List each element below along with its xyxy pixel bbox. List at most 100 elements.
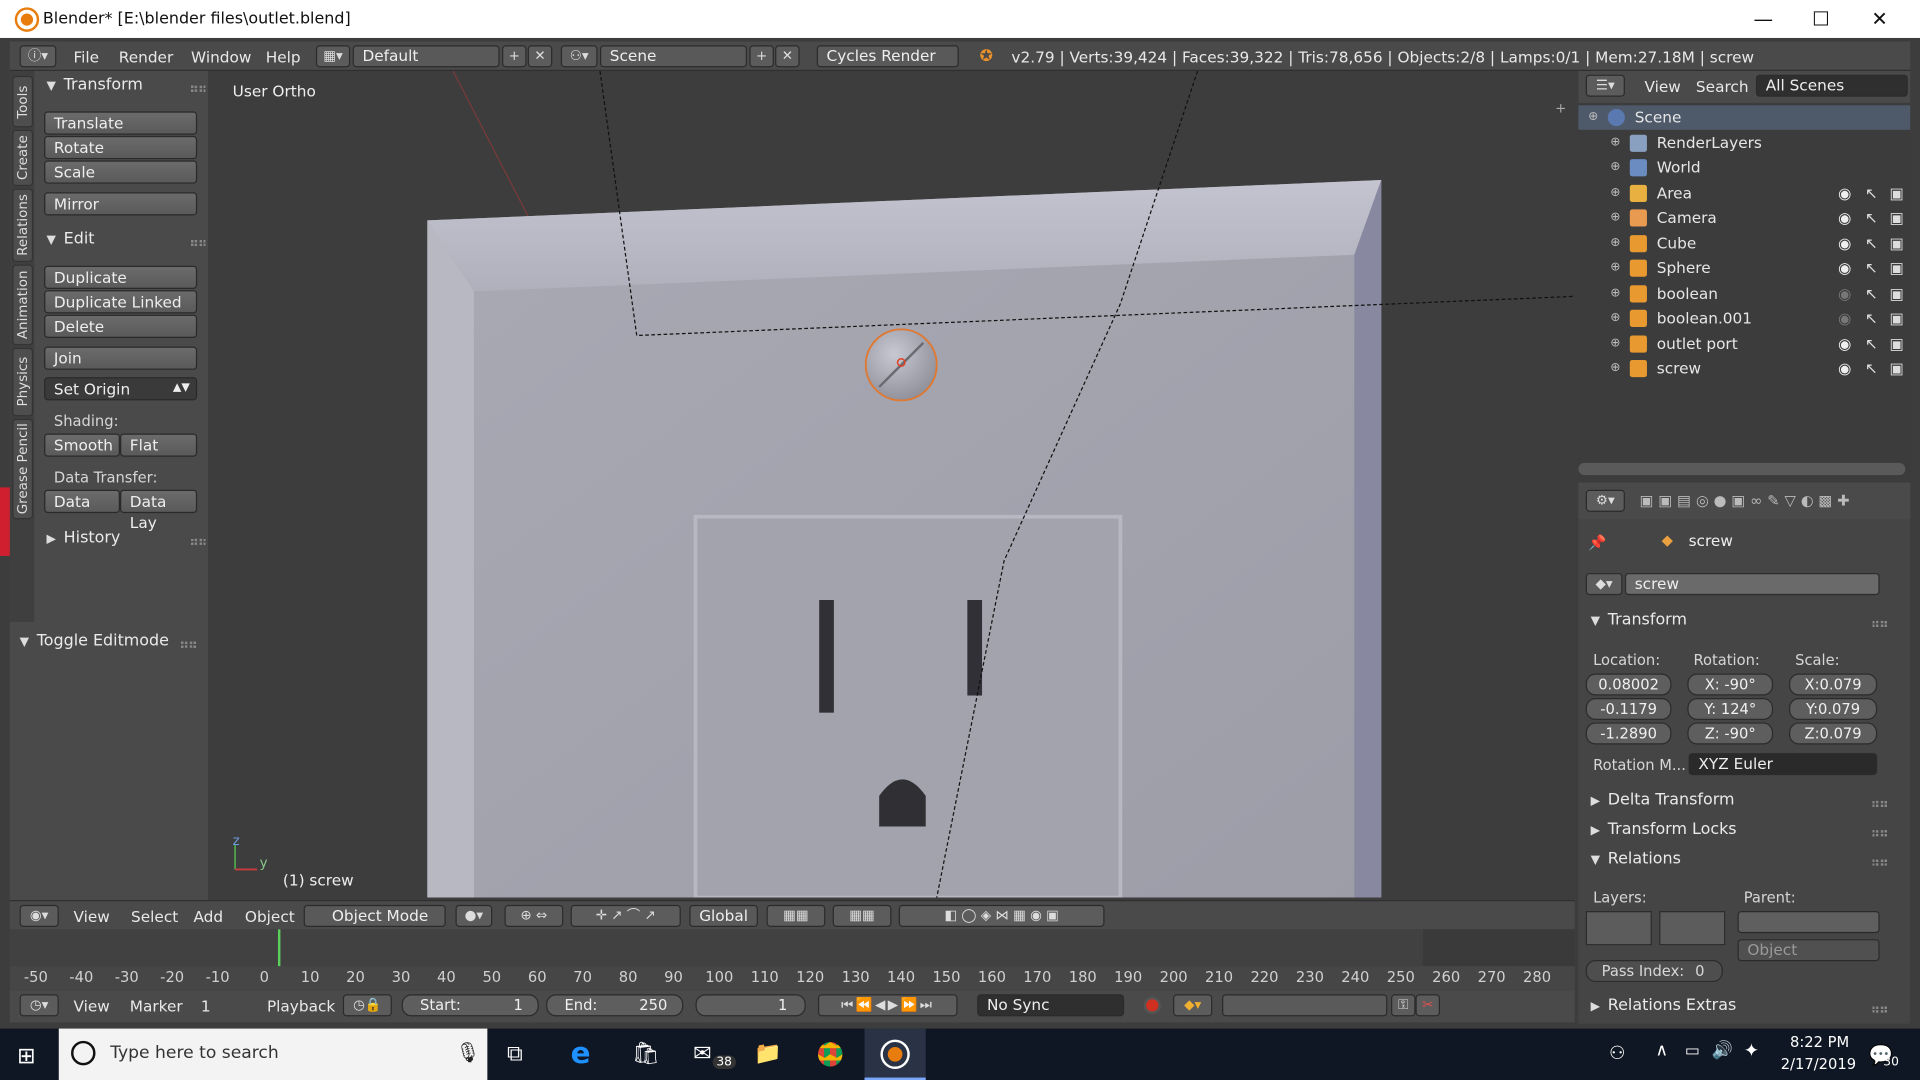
people-icon[interactable]: ⚇ <box>1609 1042 1625 1064</box>
pivot-point-icon[interactable]: ⊕ ⇔ <box>504 904 564 927</box>
expand-icon[interactable]: ⊕ <box>1610 331 1620 355</box>
set-origin-dropdown[interactable]: Set Origin ▲▼ <box>44 377 198 401</box>
duplicate-button[interactable]: Duplicate <box>44 265 198 289</box>
layer-buttons-a[interactable]: ▦▦ <box>766 904 826 927</box>
scale-y-field[interactable]: Y:0.079 <box>1788 697 1878 721</box>
record-icon[interactable] <box>1143 996 1161 1014</box>
expand-icon[interactable]: ⊕ <box>1610 231 1620 255</box>
timeline-editor-type-icon[interactable]: ◷▾ <box>19 994 59 1017</box>
data-transfer-button[interactable]: Data <box>44 489 121 514</box>
transform-orientation-selector[interactable]: Global <box>689 904 758 927</box>
renderable-camera-icon[interactable]: ▣ <box>1889 206 1903 230</box>
mail-icon[interactable]: ✉ <box>693 1041 711 1067</box>
outliner-editor-type-icon[interactable]: ☰▾ <box>1585 74 1625 97</box>
outliner-row[interactable]: ⊕ Sphere ◉ ↖ ▣ <box>1578 256 1910 280</box>
selectable-arrow-icon[interactable]: ↖ <box>1865 256 1878 280</box>
data-layout-button[interactable]: Data Lay <box>120 489 198 531</box>
current-frame-indicator[interactable] <box>277 929 281 967</box>
timeline-editor[interactable]: -50 -40 -30 -20 -10 0 10 20 30 40 50 60 70 80 90 100 110… <box>9 929 1575 991</box>
visibility-eye-icon[interactable]: ◉ <box>1838 356 1851 380</box>
visibility-eye-icon[interactable]: ◉ <box>1838 256 1851 280</box>
mode-selector[interactable]: Object Mode <box>303 904 446 927</box>
tab-physics[interactable]: Physics <box>12 347 34 417</box>
rotation-z-field[interactable]: Z: -90° <box>1687 722 1774 745</box>
smooth-button[interactable]: Smooth <box>44 433 121 457</box>
properties-toggle-icon[interactable]: + <box>1555 100 1566 116</box>
renderable-camera-icon[interactable]: ▣ <box>1889 281 1903 305</box>
clock-time[interactable]: 8:22 PM <box>1780 1033 1858 1050</box>
relations-extras-header[interactable]: ▶ Relations Extras <box>1591 997 1897 1024</box>
view3d-select-menu[interactable]: Select <box>131 907 178 925</box>
renderable-camera-icon[interactable]: ▣ <box>1889 181 1903 205</box>
renderable-camera-icon[interactable]: ▣ <box>1889 256 1903 280</box>
outliner-filter-dropdown[interactable]: All Scenes <box>1755 74 1908 97</box>
delta-transform-header[interactable]: ▶ Delta Transform <box>1591 791 1897 818</box>
tab-create[interactable]: Create <box>12 129 34 187</box>
scene-selector[interactable]: Scene <box>600 45 747 68</box>
timeline-view-menu[interactable]: View <box>73 997 109 1015</box>
outliner-view-menu[interactable]: View <box>1645 77 1681 95</box>
outliner-row[interactable]: ⊕ outlet port ◉ ↖ ▣ <box>1578 331 1910 355</box>
outliner-row[interactable]: ⊕ boolean ◉ ↖ ▣ <box>1578 281 1910 305</box>
microphone-icon[interactable]: 🎙 <box>456 1041 481 1064</box>
duplicate-linked-button[interactable]: Duplicate Linked <box>44 290 198 314</box>
expand-icon[interactable]: ⊕ <box>1610 306 1620 330</box>
timeline-playback-menu[interactable]: Playback <box>267 997 335 1015</box>
tab-relations[interactable]: Relations <box>12 188 34 263</box>
transform-panel-header[interactable]: ▼ Transform <box>47 76 216 103</box>
properties-editor-type-icon[interactable]: ⚙▾ <box>1585 489 1625 512</box>
render-engine-selector[interactable]: Cycles Render <box>816 45 959 68</box>
visibility-eye-icon[interactable]: ◉ <box>1838 281 1851 305</box>
renderable-camera-icon[interactable]: ▣ <box>1889 331 1903 355</box>
expand-icon[interactable]: ⊕ <box>1610 281 1620 305</box>
menu-help[interactable]: Help <box>266 48 301 66</box>
layer-buttons-b[interactable]: ▦▦ <box>832 904 892 927</box>
delete-keyframe-icon[interactable]: ✂ <box>1415 994 1441 1017</box>
tab-animation[interactable]: Animation <box>12 264 34 346</box>
location-x-field[interactable]: 0.08002 <box>1585 673 1672 696</box>
layers-grid-b[interactable] <box>1659 911 1726 946</box>
selectable-arrow-icon[interactable]: ↖ <box>1865 331 1878 355</box>
parent-type-dropdown[interactable]: Object <box>1737 939 1880 962</box>
file-explorer-icon[interactable]: 📁 <box>754 1041 781 1067</box>
menu-file[interactable]: File <box>73 48 99 66</box>
history-panel-header[interactable]: ▶ History <box>47 529 216 556</box>
expand-icon[interactable]: ⊕ <box>1610 156 1620 180</box>
clock-date[interactable]: 2/17/2019 <box>1778 1056 1859 1073</box>
outliner-row[interactable]: ⊕ Cube ◉ ↖ ▣ <box>1578 231 1910 255</box>
outliner-scrollbar[interactable] <box>1578 462 1906 476</box>
playback-controls[interactable]: ⏮⏪◀▶⏩⏭ <box>817 994 958 1017</box>
end-frame-field[interactable]: End: 250 <box>546 994 684 1017</box>
volume-icon[interactable]: 🔊 <box>1712 1041 1733 1061</box>
minimize-button[interactable]: — <box>1735 0 1791 38</box>
outliner-row[interactable]: ⊕ Camera ◉ ↖ ▣ <box>1578 206 1910 230</box>
add-scene-icon[interactable]: + <box>749 45 774 68</box>
manipulator-icons[interactable]: ✛ ↗ ⌒ ↗ <box>570 904 681 927</box>
expand-icon[interactable]: ⊕ <box>1610 181 1620 205</box>
expand-icon[interactable]: ⊕ <box>1588 105 1598 129</box>
menu-window[interactable]: Window <box>191 48 251 66</box>
edge-icon[interactable]: e <box>571 1036 591 1070</box>
expand-icon[interactable]: ⊕ <box>1610 206 1620 230</box>
view3d-object-menu[interactable]: Object <box>245 907 295 925</box>
layout-selector[interactable]: Default <box>352 45 500 68</box>
tab-grease-pencil[interactable]: Grease Pencil <box>12 418 34 520</box>
3d-viewport[interactable]: User Ortho (1) screw z y + <box>208 71 1575 898</box>
task-view-icon[interactable]: ⧉ <box>507 1041 523 1067</box>
battery-icon[interactable]: ▭ <box>1685 1042 1700 1060</box>
view3d-add-menu[interactable]: Add <box>193 907 223 925</box>
sync-mode-dropdown[interactable]: No Sync <box>977 994 1125 1017</box>
rotation-mode-dropdown[interactable]: XYZ Euler <box>1688 753 1878 776</box>
scale-z-field[interactable]: Z:0.079 <box>1788 722 1878 745</box>
join-button[interactable]: Join <box>44 346 198 370</box>
remove-scene-icon[interactable]: ✕ <box>775 45 800 68</box>
outliner-row[interactable]: ⊕ RenderLayers <box>1578 130 1910 154</box>
show-hidden-icons-icon[interactable]: ∧ <box>1656 1041 1669 1061</box>
view3d-editor-type-icon[interactable]: ◉▾ <box>19 904 59 927</box>
timeline-frame-menu[interactable]: 1 <box>201 997 211 1015</box>
current-frame-field[interactable]: 1 <box>695 994 806 1017</box>
add-layout-icon[interactable]: + <box>502 45 527 68</box>
parent-field[interactable] <box>1737 911 1880 934</box>
properties-context-tabs[interactable]: ▣▣▤◎●▣∞✎▽◐▩✚ <box>1640 492 1855 509</box>
scene-icon[interactable]: ⚇▾ <box>560 45 598 68</box>
